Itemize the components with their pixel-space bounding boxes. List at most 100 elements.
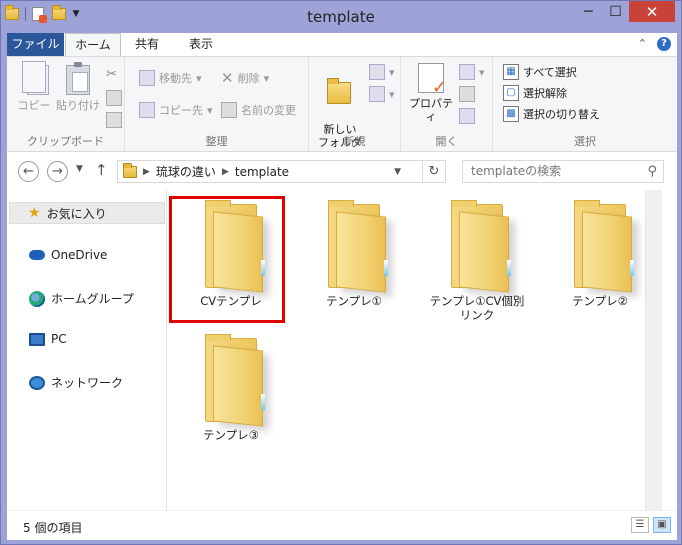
minimize-button[interactable]: ─: [575, 1, 602, 22]
easy-access-icon: [369, 86, 385, 102]
item-count: 5 個の項目: [23, 521, 83, 535]
properties-button[interactable]: プロパティ: [405, 63, 457, 123]
edit-icon: [459, 86, 475, 102]
vertical-scrollbar[interactable]: [645, 190, 662, 510]
tab-file[interactable]: ファイル: [7, 33, 64, 56]
back-button[interactable]: ←: [18, 161, 39, 182]
rename-button[interactable]: 名前の変更: [221, 101, 296, 119]
folder-item[interactable]: テンプレ①CV個別 リンク: [417, 200, 537, 322]
folder-item[interactable]: テンプレ③: [171, 334, 291, 442]
tab-share[interactable]: 共有: [125, 33, 169, 56]
help-icon[interactable]: ?: [657, 37, 671, 51]
ribbon: コピー 貼り付け ✂ クリップボード 移動先 ▾ コピー先 ▾ ✕ 削除 ▾ 名前…: [7, 56, 677, 162]
move-to-button[interactable]: 移動先 ▾: [139, 69, 202, 87]
group-select: ▦ すべて選択 ▢ 選択解除 ▩ 選択の切り替え 選択: [493, 57, 677, 152]
group-label-select: 選択: [574, 135, 596, 148]
group-label-clipboard: クリップボード: [27, 135, 104, 148]
paste-icon: [66, 62, 90, 95]
folder-label: テンプレ①: [326, 294, 382, 308]
refresh-button[interactable]: ↻: [423, 160, 446, 183]
move-to-label: 移動先: [159, 72, 192, 85]
navigation-pane: ★ お気に入り OneDrive ホームグループ PC ネットワーク: [7, 190, 167, 510]
explorer-window: ▼ template ─ ☐ ✕ ファイル ホーム 共有 表示 ⌃ ? コピー …: [0, 0, 682, 545]
history-button[interactable]: [459, 107, 475, 125]
sidebar-item-homegroup[interactable]: ホームグループ: [29, 290, 134, 307]
maximize-button[interactable]: ☐: [602, 1, 629, 22]
computer-icon: [29, 332, 45, 346]
search-placeholder: templateの検索: [471, 164, 562, 178]
sidebar-item-pc[interactable]: PC: [29, 332, 67, 346]
new-item-icon: [369, 64, 385, 80]
rename-icon: [221, 102, 237, 118]
copy-to-label: コピー先: [159, 104, 203, 117]
folder-item[interactable]: テンプレ①: [294, 200, 414, 308]
paste-shortcut-button[interactable]: [106, 111, 122, 129]
folder-icon: [437, 200, 517, 293]
tab-home[interactable]: ホーム: [65, 33, 121, 57]
delete-icon: ✕: [221, 69, 234, 87]
address-bar: ← → ▼ ↑ ▶ 琉球の違い ▶ template ▼ ↻ templateの…: [7, 152, 677, 190]
select-none-icon: ▢: [503, 85, 519, 101]
collapse-ribbon-icon[interactable]: ⌃: [638, 37, 647, 51]
move-to-icon: [139, 70, 155, 86]
cloud-icon: [29, 250, 45, 260]
copy-to-button[interactable]: コピー先 ▾: [139, 101, 213, 119]
group-new: 新しい フォルダー ▾ ▾ 新規: [309, 57, 401, 162]
properties-label: プロパティ: [409, 97, 453, 123]
tab-view[interactable]: 表示: [179, 33, 223, 56]
folder-icon: [314, 200, 394, 293]
breadcrumb-item[interactable]: 琉球の違い: [156, 163, 216, 180]
easy-access-button[interactable]: ▾: [369, 85, 395, 103]
copy-button[interactable]: コピー: [17, 61, 51, 112]
window-controls: ─ ☐ ✕: [575, 1, 675, 22]
new-item-button[interactable]: ▾: [369, 63, 395, 81]
delete-button[interactable]: ✕ 削除 ▾: [221, 69, 269, 87]
cut-button[interactable]: ✂: [106, 65, 117, 83]
paste-button[interactable]: 貼り付け: [53, 62, 103, 112]
close-button[interactable]: ✕: [629, 1, 675, 22]
delete-label: 削除: [237, 72, 260, 85]
address-dropdown-icon[interactable]: ▼: [394, 167, 401, 177]
ribbon-tabs: ファイル ホーム 共有 表示 ⌃ ?: [7, 33, 677, 57]
select-all-icon: ▦: [503, 64, 519, 80]
forward-button[interactable]: →: [47, 161, 68, 182]
sidebar-item-label: OneDrive: [51, 248, 108, 262]
explorer-body: ★ お気に入り OneDrive ホームグループ PC ネットワーク CVテンプ…: [7, 190, 677, 510]
group-label-new: 新規: [343, 135, 366, 148]
sidebar-item-onedrive[interactable]: OneDrive: [29, 248, 107, 262]
select-all-label: すべて選択: [523, 66, 577, 79]
breadcrumb-separator-icon[interactable]: ▶: [143, 167, 150, 177]
homegroup-icon: [29, 290, 45, 307]
address-field[interactable]: ▶ 琉球の違い ▶ template ▼: [117, 160, 423, 183]
network-icon: [29, 375, 45, 390]
group-label-open: 開く: [435, 135, 458, 148]
folder-item[interactable]: テンプレ②: [540, 200, 660, 308]
edit-button[interactable]: [459, 85, 475, 103]
select-none-button[interactable]: ▢ 選択解除: [503, 84, 567, 102]
invert-selection-button[interactable]: ▩ 選択の切り替え: [503, 105, 600, 123]
large-icons-view-icon[interactable]: ▣: [653, 517, 671, 533]
rename-label: 名前の変更: [241, 104, 296, 117]
sidebar-item-label: お気に入り: [46, 206, 107, 221]
details-view-icon[interactable]: ☰: [631, 517, 649, 533]
sidebar-item-label: ホームグループ: [51, 292, 134, 306]
new-folder-icon: [327, 76, 353, 106]
sidebar-item-network[interactable]: ネットワーク: [29, 374, 123, 391]
up-button[interactable]: ↑: [95, 161, 108, 179]
group-organize: 移動先 ▾ コピー先 ▾ ✕ 削除 ▾ 名前の変更 整理: [125, 57, 309, 152]
paste-label: 貼り付け: [56, 99, 100, 112]
select-all-button[interactable]: ▦ すべて選択: [503, 63, 577, 81]
search-input[interactable]: templateの検索 ⚲: [462, 160, 664, 183]
breadcrumb-separator-icon[interactable]: ▶: [222, 167, 229, 177]
folder-label: テンプレ③: [203, 428, 259, 442]
invert-selection-label: 選択の切り替え: [523, 108, 600, 121]
recent-locations-icon[interactable]: ▼: [76, 164, 83, 174]
copy-to-icon: [139, 102, 155, 118]
copy-path-button[interactable]: [106, 89, 122, 107]
open-button[interactable]: ▾: [459, 63, 485, 81]
breadcrumb-item[interactable]: template: [235, 165, 289, 179]
folder-icon: [560, 200, 640, 293]
sidebar-item-favorites[interactable]: ★ お気に入り: [9, 202, 165, 224]
title-bar[interactable]: ▼ template ─ ☐ ✕: [1, 1, 681, 33]
copy-path-icon: [106, 90, 122, 106]
